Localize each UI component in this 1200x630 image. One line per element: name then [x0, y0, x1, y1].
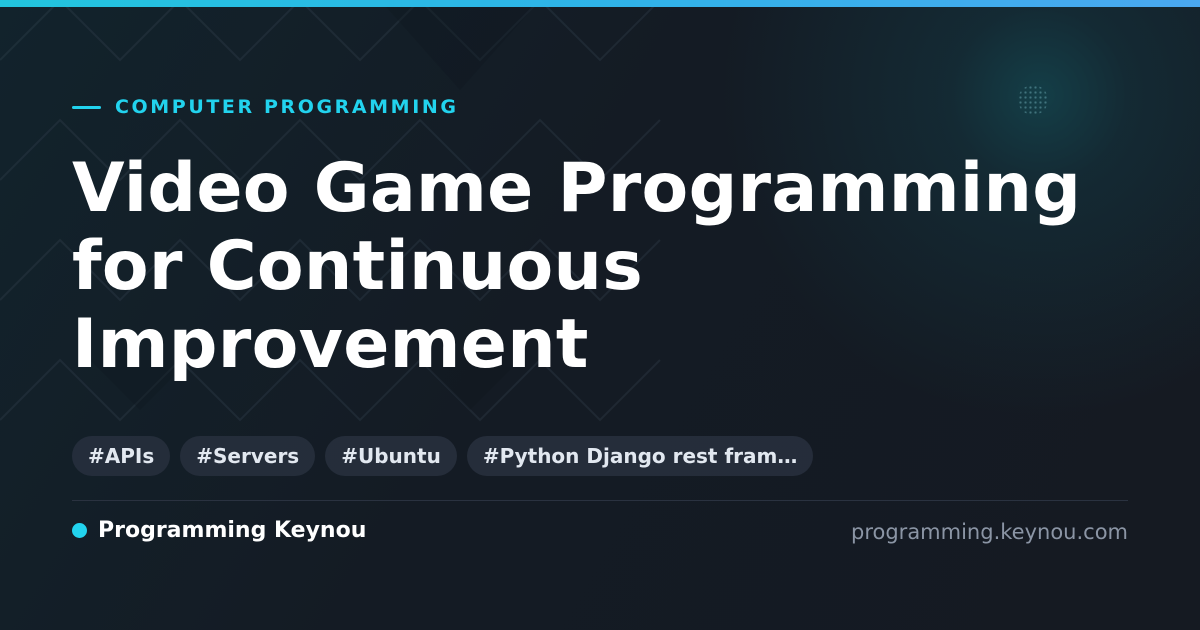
tag-python-django[interactable]: #Python Django rest fram… — [466, 436, 814, 476]
tag-apis[interactable]: #APIs — [72, 436, 171, 476]
brand: Programming Keynou — [72, 518, 366, 543]
tag-servers[interactable]: #Servers — [180, 436, 316, 476]
category-text: COMPUTER PROGRAMMING — [115, 96, 459, 118]
divider — [72, 500, 1128, 501]
status-dot-icon — [72, 523, 87, 538]
decorative-dot-cluster — [1018, 85, 1048, 115]
page-title: Video Game Programming for Continuous Im… — [72, 149, 1082, 384]
top-accent-bar — [0, 0, 1200, 7]
site-domain[interactable]: programming.keynou.com — [851, 520, 1128, 544]
category-label: COMPUTER PROGRAMMING — [72, 96, 459, 118]
tag-ubuntu[interactable]: #Ubuntu — [325, 436, 457, 476]
tag-list: #APIs #Servers #Ubuntu #Python Django re… — [72, 436, 814, 476]
accent-line-icon — [72, 105, 101, 109]
brand-name: Programming Keynou — [98, 518, 367, 543]
